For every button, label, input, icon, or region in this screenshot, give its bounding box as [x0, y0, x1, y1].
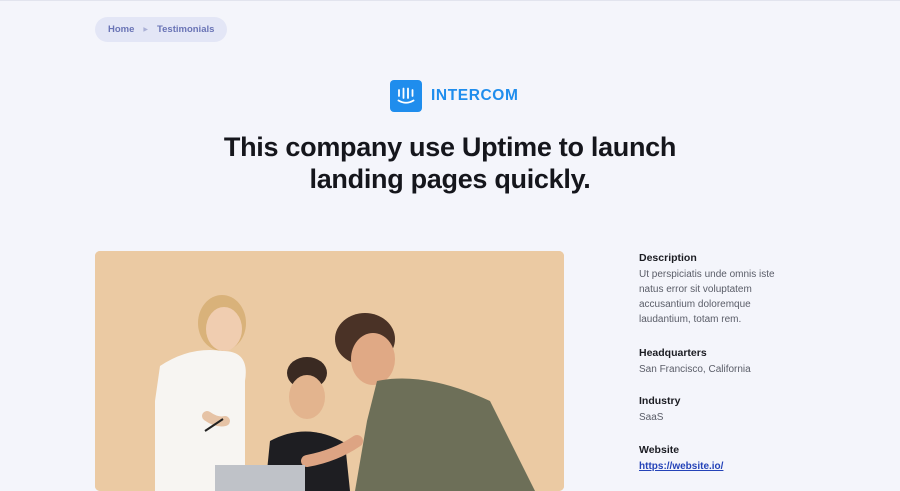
top-divider: [0, 0, 900, 1]
chevron-right-icon: ▶: [143, 27, 149, 33]
description-value: Ut perspiciatis unde omnis iste natus er…: [639, 269, 775, 325]
page-headline: This company use Uptime to launch landin…: [150, 131, 750, 195]
breadcrumb-home-link[interactable]: Home: [108, 24, 134, 35]
headquarters-value: San Francisco, California: [639, 364, 751, 375]
team-photo: [95, 251, 564, 491]
description-block: Description Ut perspiciatis unde omnis i…: [639, 251, 799, 327]
website-label: Website: [639, 444, 680, 456]
headquarters-block: Headquarters San Francisco, California: [639, 346, 751, 377]
industry-value: SaaS: [639, 412, 664, 423]
industry-label: Industry: [639, 395, 681, 407]
company-brand: INTERCOM: [390, 80, 518, 112]
breadcrumb-testimonials-link[interactable]: Testimonials: [157, 24, 214, 35]
industry-block: Industry SaaS: [639, 394, 680, 425]
headquarters-label: Headquarters: [639, 347, 707, 359]
website-block: Website https://website.io/: [639, 443, 723, 474]
intercom-logo-icon: [390, 80, 422, 112]
description-label: Description: [639, 252, 697, 264]
company-name: INTERCOM: [431, 87, 519, 104]
website-link[interactable]: https://website.io/: [639, 461, 723, 472]
headline-line-1: This company use Uptime to launch: [223, 132, 677, 162]
breadcrumb: Home ▶ Testimonials: [95, 17, 228, 42]
headline-line-2: landing pages quickly.: [309, 164, 591, 194]
